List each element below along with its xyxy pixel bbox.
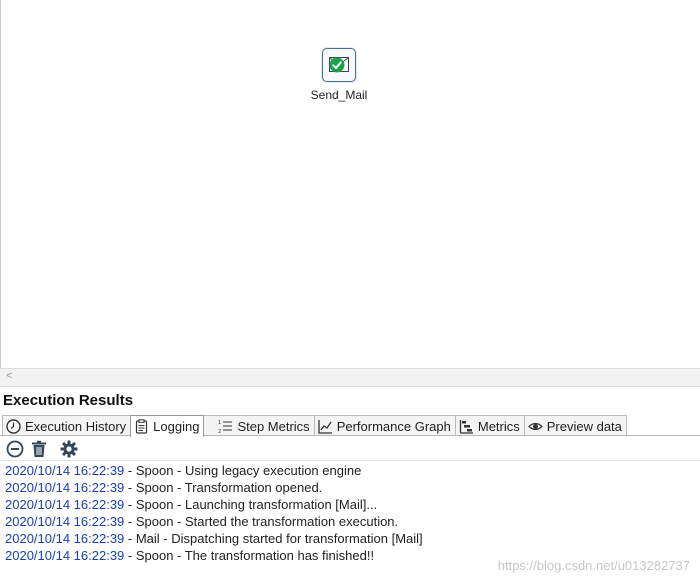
log-line: 2020/10/14 16:22:39 - Spoon - Transforma… [5, 479, 695, 496]
log-output[interactable]: 2020/10/14 16:22:39 - Spoon - Using lega… [5, 462, 695, 564]
trash-icon[interactable] [30, 440, 48, 458]
tab-preview-data[interactable]: Preview data [523, 415, 627, 436]
tab-label: Step Metrics [237, 418, 310, 434]
clipboard-icon [136, 419, 148, 434]
tab-metrics[interactable]: Metrics [454, 415, 525, 436]
line-chart-icon [318, 419, 332, 434]
log-timestamp: 2020/10/14 16:22:39 [5, 480, 125, 495]
tab-performance-graph[interactable]: Performance Graph [313, 415, 456, 436]
gantt-icon [459, 419, 473, 434]
log-timestamp: 2020/10/14 16:22:39 [5, 463, 125, 478]
watermark: https://blog.csdn.net/u013282737 [497, 558, 690, 573]
tab-label: Logging [153, 419, 200, 434]
toolbar-divider [0, 460, 700, 461]
tab-label: Execution History [25, 418, 127, 434]
log-message: - Mail - Dispatching started for transfo… [124, 531, 423, 546]
stop-icon[interactable] [6, 440, 24, 458]
tab-label: Preview data [546, 418, 622, 434]
log-timestamp: 2020/10/14 16:22:39 [5, 514, 125, 529]
transformation-canvas[interactable]: Send_Mail [0, 0, 700, 368]
execution-results-title: Execution Results [3, 392, 134, 409]
scroll-left-icon[interactable]: < [6, 370, 12, 382]
log-line: 2020/10/14 16:22:39 - Spoon - Started th… [5, 513, 695, 530]
step-icon-box[interactable] [322, 48, 356, 82]
tab-step-metrics[interactable]: 1 2 Step Metrics [203, 415, 315, 436]
tabs-divider [0, 435, 700, 436]
log-message: - Spoon - Transformation opened. [124, 480, 323, 495]
canvas-horizontal-scrollbar[interactable]: < [0, 368, 700, 387]
list-icon: 1 2 [218, 420, 233, 434]
log-line: 2020/10/14 16:22:39 - Mail - Dispatching… [5, 530, 695, 547]
log-line: 2020/10/14 16:22:39 - Spoon - Launching … [5, 496, 695, 513]
clock-icon [6, 418, 21, 434]
results-tabs: Execution History Logging 1 2 Step Metri… [2, 415, 627, 437]
log-timestamp: 2020/10/14 16:22:39 [5, 548, 125, 563]
log-timestamp: 2020/10/14 16:22:39 [5, 497, 125, 512]
step-label: Send_Mail [310, 88, 368, 102]
log-timestamp: 2020/10/14 16:22:39 [5, 531, 125, 546]
log-line: 2020/10/14 16:22:39 - Spoon - Using lega… [5, 462, 695, 479]
tab-execution-history[interactable]: Execution History [2, 415, 132, 436]
tab-label: Performance Graph [336, 418, 451, 434]
success-check-icon [329, 57, 345, 73]
log-message: - Spoon - Using legacy execution engine [124, 463, 362, 478]
log-message: - Spoon - Launching transformation [Mail… [124, 497, 378, 512]
settings-icon[interactable] [60, 440, 78, 458]
tab-label: Metrics [477, 418, 520, 434]
svg-text:2: 2 [218, 429, 221, 434]
svg-text:1: 1 [218, 420, 221, 426]
tab-logging[interactable]: Logging [130, 415, 205, 437]
step-send-mail[interactable]: Send_Mail [305, 40, 373, 102]
eye-icon [527, 422, 543, 430]
logging-toolbar [6, 440, 78, 458]
log-message: - Spoon - Started the transformation exe… [124, 514, 399, 529]
log-message: - Spoon - The transformation has finishe… [124, 548, 375, 563]
